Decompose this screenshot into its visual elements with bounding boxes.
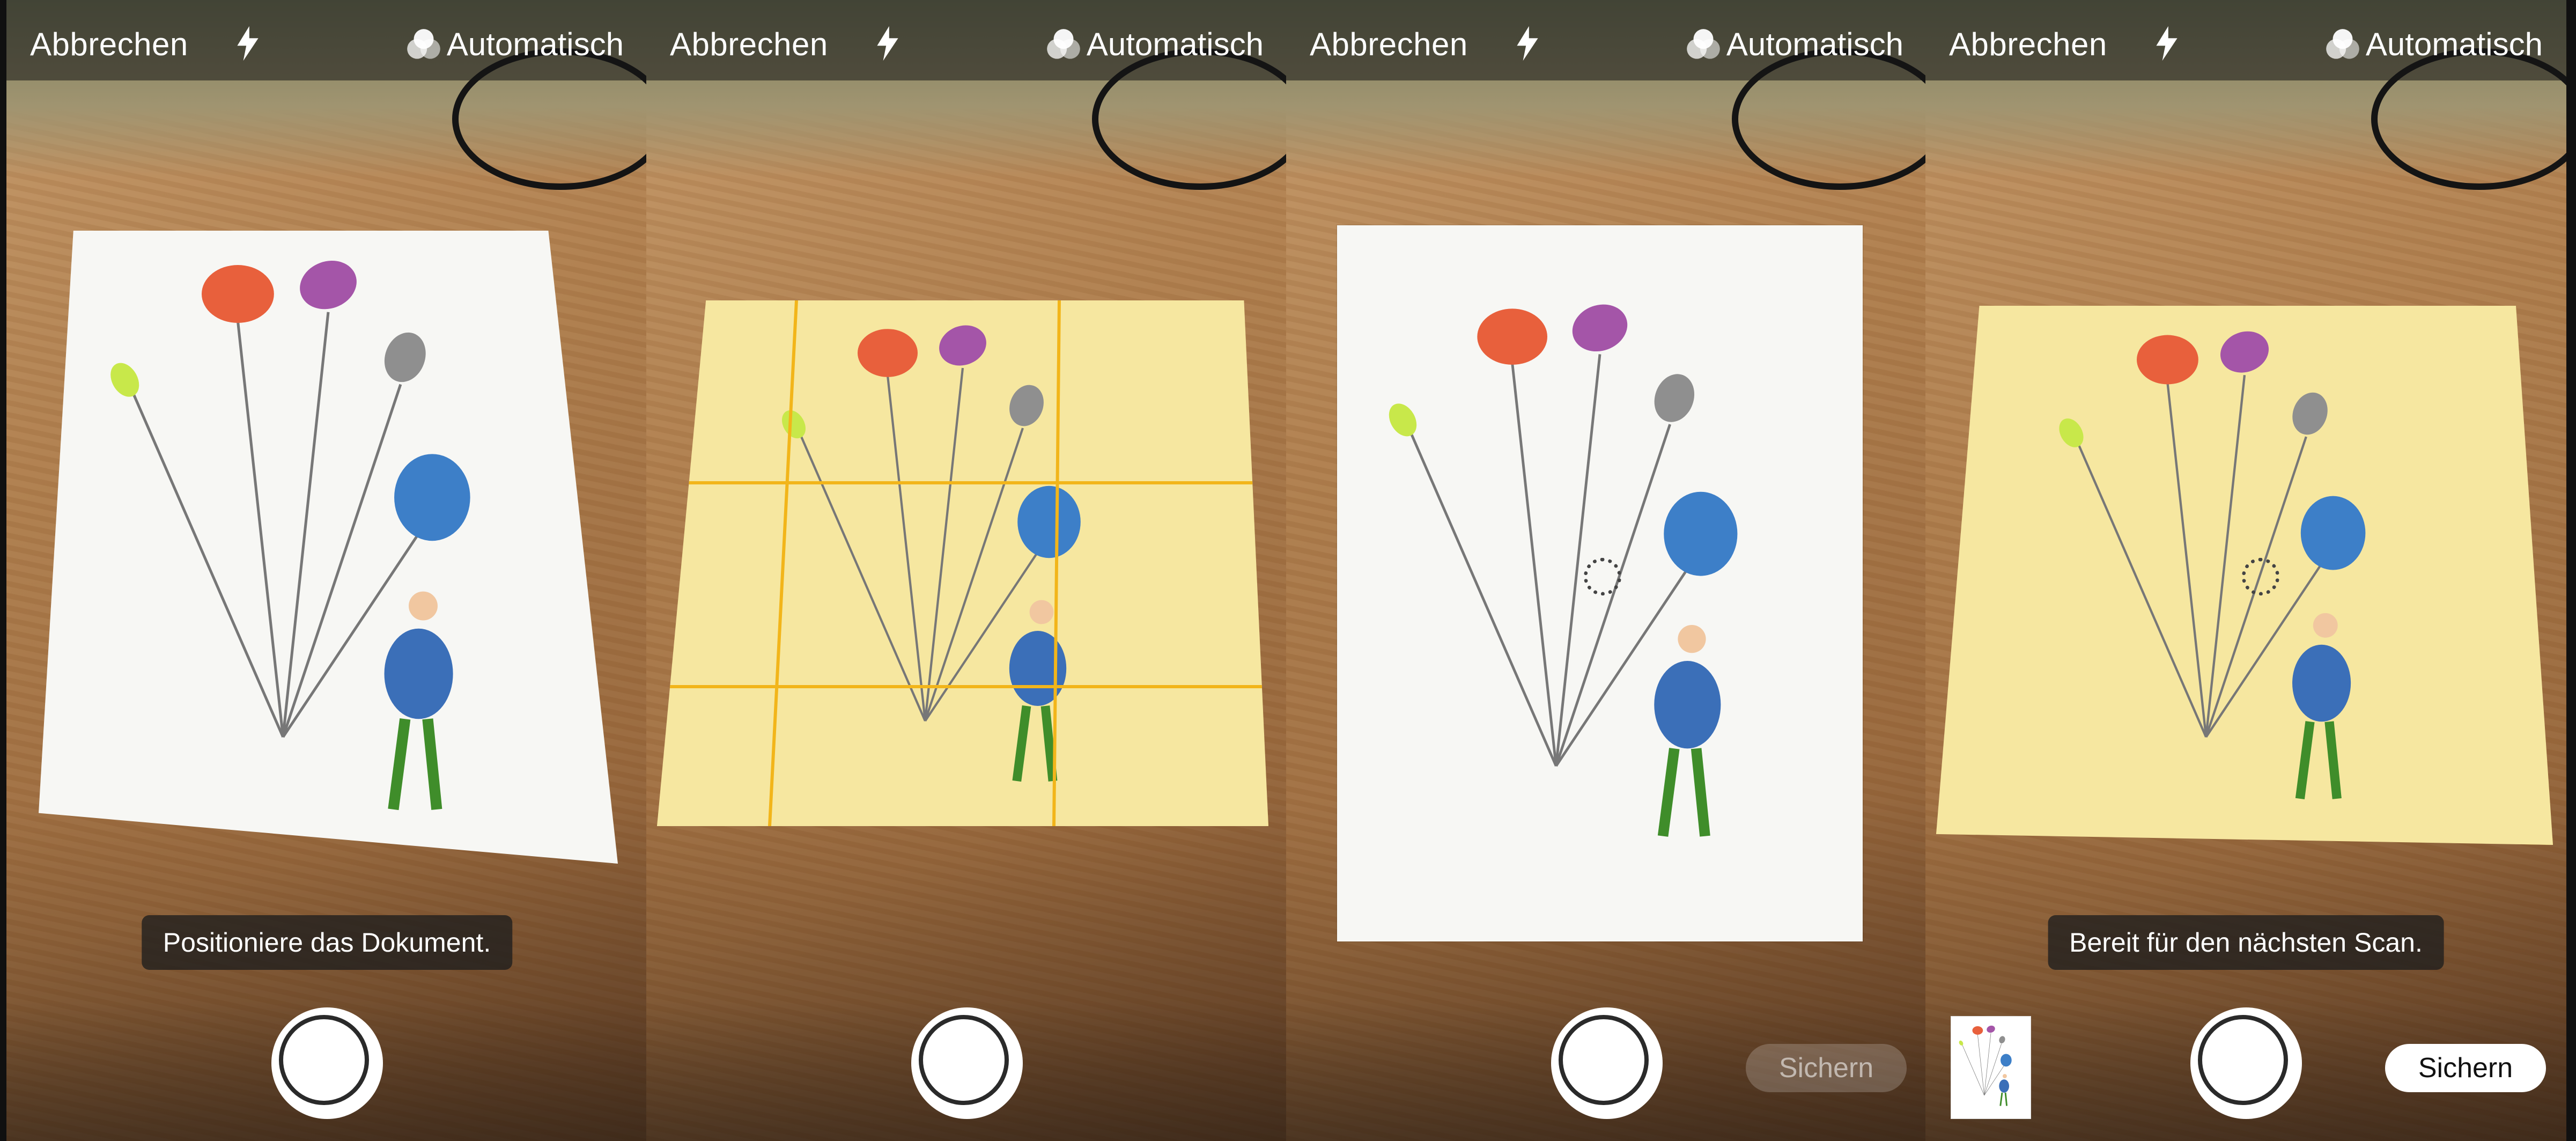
flash-icon[interactable] xyxy=(232,25,264,62)
position-hint: Positioniere das Dokument. xyxy=(141,915,513,970)
color-filter-icon[interactable] xyxy=(2323,28,2363,63)
top-bar: Abbrechen Automatisch xyxy=(646,0,1287,80)
filter-label[interactable]: Automatisch xyxy=(1726,26,1903,63)
cancel-button[interactable]: Abbrechen xyxy=(1310,26,1468,63)
filter-label[interactable]: Automatisch xyxy=(1087,26,1264,63)
filter-label[interactable]: Automatisch xyxy=(2366,26,2543,63)
cancel-button[interactable]: Abbrechen xyxy=(1949,26,2107,63)
drawing-balloons-figure xyxy=(39,231,618,864)
thumbnail-drawing xyxy=(1951,1017,2031,1118)
document-paper xyxy=(39,231,618,864)
cancel-button[interactable]: Abbrechen xyxy=(30,26,188,63)
captured-document-preview xyxy=(1337,225,1863,941)
save-button[interactable]: Sichern xyxy=(1746,1044,1907,1092)
color-filter-icon[interactable] xyxy=(1684,28,1723,63)
color-filter-icon[interactable] xyxy=(404,28,444,63)
top-bar: Abbrechen Automatisch xyxy=(6,0,647,80)
scanner-panel-3: Abbrechen Automatisch Sichern xyxy=(1286,0,1927,1141)
flash-icon[interactable] xyxy=(872,25,904,62)
loading-spinner-icon xyxy=(1584,558,1621,595)
top-bar: Abbrechen Automatisch xyxy=(1925,0,2566,80)
top-bar: Abbrechen Automatisch xyxy=(1286,0,1927,80)
shutter-button[interactable] xyxy=(271,1007,383,1119)
cancel-button[interactable]: Abbrechen xyxy=(670,26,828,63)
loading-spinner-icon xyxy=(2242,558,2279,595)
document-scanner-steps: Abbrechen Automatisch Positioniere das D… xyxy=(0,0,2576,1141)
scanner-panel-2: Abbrechen Automatisch xyxy=(646,0,1287,1141)
detected-document-overlay xyxy=(1936,306,2553,845)
color-filter-icon[interactable] xyxy=(1044,28,1083,63)
shutter-button[interactable] xyxy=(1551,1007,1663,1119)
detected-document-overlay xyxy=(657,300,1268,826)
flash-icon[interactable] xyxy=(1511,25,1544,62)
shutter-button[interactable] xyxy=(911,1007,1023,1119)
detection-grid xyxy=(657,300,1268,826)
filter-label[interactable]: Automatisch xyxy=(447,26,624,63)
ready-next-scan-hint: Bereit für den nächsten Scan. xyxy=(2048,915,2444,970)
scanner-panel-4: Abbrechen Automatisch Bereit für den näc… xyxy=(1925,0,2566,1141)
flash-icon[interactable] xyxy=(2151,25,2183,62)
scanner-panel-1: Abbrechen Automatisch Positioniere das D… xyxy=(6,0,647,1141)
save-button[interactable]: Sichern xyxy=(2385,1044,2546,1092)
shutter-button[interactable] xyxy=(2190,1007,2302,1119)
scanned-page-thumbnail[interactable] xyxy=(1951,1017,2031,1118)
